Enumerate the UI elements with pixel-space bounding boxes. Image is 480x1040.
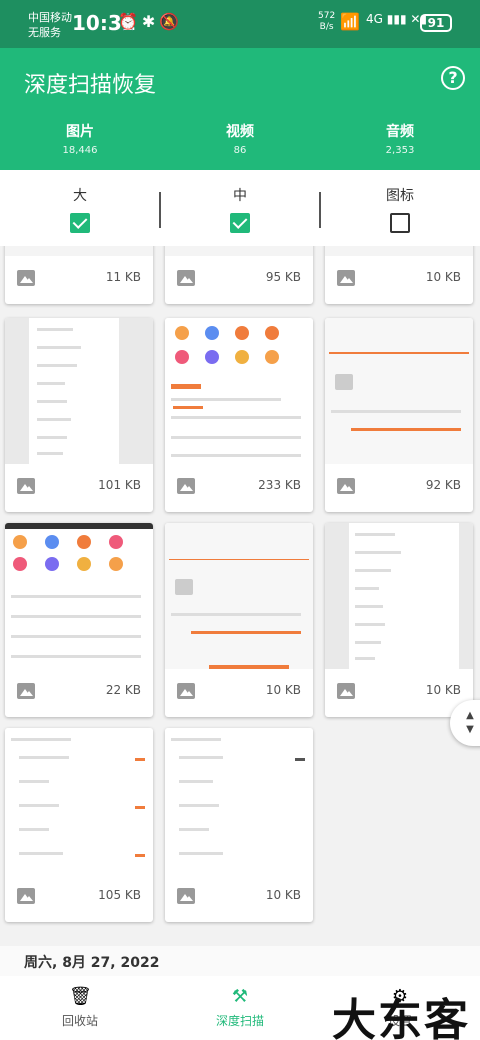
image-icon	[337, 478, 355, 494]
file-size: 101 KB	[98, 478, 141, 492]
image-icon	[177, 683, 195, 699]
image-card[interactable]: 10 KB	[325, 523, 473, 717]
tab-images[interactable]: 图片 18,446	[0, 116, 160, 170]
date-section-header: 周六, 8月 27, 2022	[0, 946, 480, 976]
image-icon	[17, 270, 35, 286]
image-thumbnail	[5, 318, 153, 464]
date-label: 周六, 8月 27, 2022	[24, 955, 160, 971]
file-size: 92 KB	[425, 478, 461, 492]
image-icon	[17, 888, 35, 904]
image-thumbnail	[165, 728, 313, 874]
carrier-label: 中国移动	[28, 11, 72, 24]
image-icon	[17, 478, 35, 494]
image-icon	[337, 683, 355, 699]
image-card[interactable]: 10 KB	[165, 728, 313, 922]
filter-divider	[319, 192, 321, 228]
battery-indicator: 91	[420, 14, 452, 32]
trash-icon: 🗑	[69, 986, 92, 1007]
tab-videos[interactable]: 视频 86	[160, 116, 320, 170]
image-icon	[177, 888, 195, 904]
file-size: 11 KB	[105, 270, 141, 284]
image-thumbnail	[165, 523, 313, 669]
icon-checkbox[interactable]	[390, 213, 410, 233]
net-speed: 572 B/s	[318, 11, 336, 32]
file-size: 95 KB	[265, 270, 301, 284]
image-thumbnail	[325, 523, 473, 669]
image-card[interactable]: 92 KB	[325, 318, 473, 512]
signal-icon: 4G ▮▮▮ ✕▮	[366, 12, 428, 26]
image-thumbnail	[5, 728, 153, 874]
size-filter-bar: 大 中 图标	[0, 170, 480, 246]
question-circle-icon[interactable]: ?	[441, 66, 465, 90]
image-thumbnail	[325, 246, 473, 256]
tab-audio[interactable]: 音频 2,353	[320, 116, 480, 170]
image-card[interactable]: 11 KB	[5, 246, 153, 304]
image-card[interactable]: 95 KB	[165, 246, 313, 304]
image-thumbnail	[5, 246, 153, 256]
media-type-tabs: 图片 18,446 视频 86 音频 2,353	[0, 116, 480, 170]
image-grid: 11 KB 95 KB 10 KB 101 KB 233 KB 92 KB 22…	[0, 246, 480, 946]
size-filter-large[interactable]: 大	[0, 170, 160, 246]
medium-checkbox[interactable]	[230, 213, 250, 233]
image-thumbnail	[165, 318, 313, 464]
nav-deep-scan[interactable]: ⚒ 深度扫描	[160, 976, 320, 1040]
image-thumbnail	[5, 523, 153, 669]
image-card[interactable]: 105 KB	[5, 728, 153, 922]
image-icon	[17, 683, 35, 699]
image-icon	[177, 270, 195, 286]
deep-scan-icon: ⚒	[231, 986, 249, 1007]
image-thumbnail	[165, 246, 313, 256]
page-title: 深度扫描恢复	[24, 73, 157, 98]
status-bar: 中国移动 无服务 10:31 ⏰✱🔕 572 B/s 📶 4G ▮▮▮ ✕▮ 9…	[0, 0, 480, 48]
file-size: 22 KB	[105, 683, 141, 697]
filter-divider	[159, 192, 161, 228]
image-card[interactable]: 101 KB	[5, 318, 153, 512]
file-size: 10 KB	[425, 270, 461, 284]
file-size: 105 KB	[98, 888, 141, 902]
file-size: 10 KB	[425, 683, 461, 697]
carrier-status: 无服务	[28, 26, 61, 39]
size-filter-icon[interactable]: 图标	[320, 170, 480, 246]
image-thumbnail	[325, 318, 473, 464]
watermark-logo: 大东客	[332, 995, 470, 1040]
image-card[interactable]: 22 KB	[5, 523, 153, 717]
image-card[interactable]: 10 KB	[165, 523, 313, 717]
file-size: 10 KB	[265, 888, 301, 902]
file-size: 233 KB	[258, 478, 301, 492]
size-filter-medium[interactable]: 中	[160, 170, 320, 246]
large-checkbox[interactable]	[70, 213, 90, 233]
image-card[interactable]: 10 KB	[325, 246, 473, 304]
wifi-icon: 📶	[340, 12, 360, 31]
image-icon	[337, 270, 355, 286]
image-card[interactable]: 233 KB	[165, 318, 313, 512]
nav-recycle-bin[interactable]: 🗑 回收站	[0, 976, 160, 1040]
alarm-bluetooth-mute-icons: ⏰✱🔕	[118, 12, 184, 31]
file-size: 10 KB	[265, 683, 301, 697]
image-icon	[177, 478, 195, 494]
